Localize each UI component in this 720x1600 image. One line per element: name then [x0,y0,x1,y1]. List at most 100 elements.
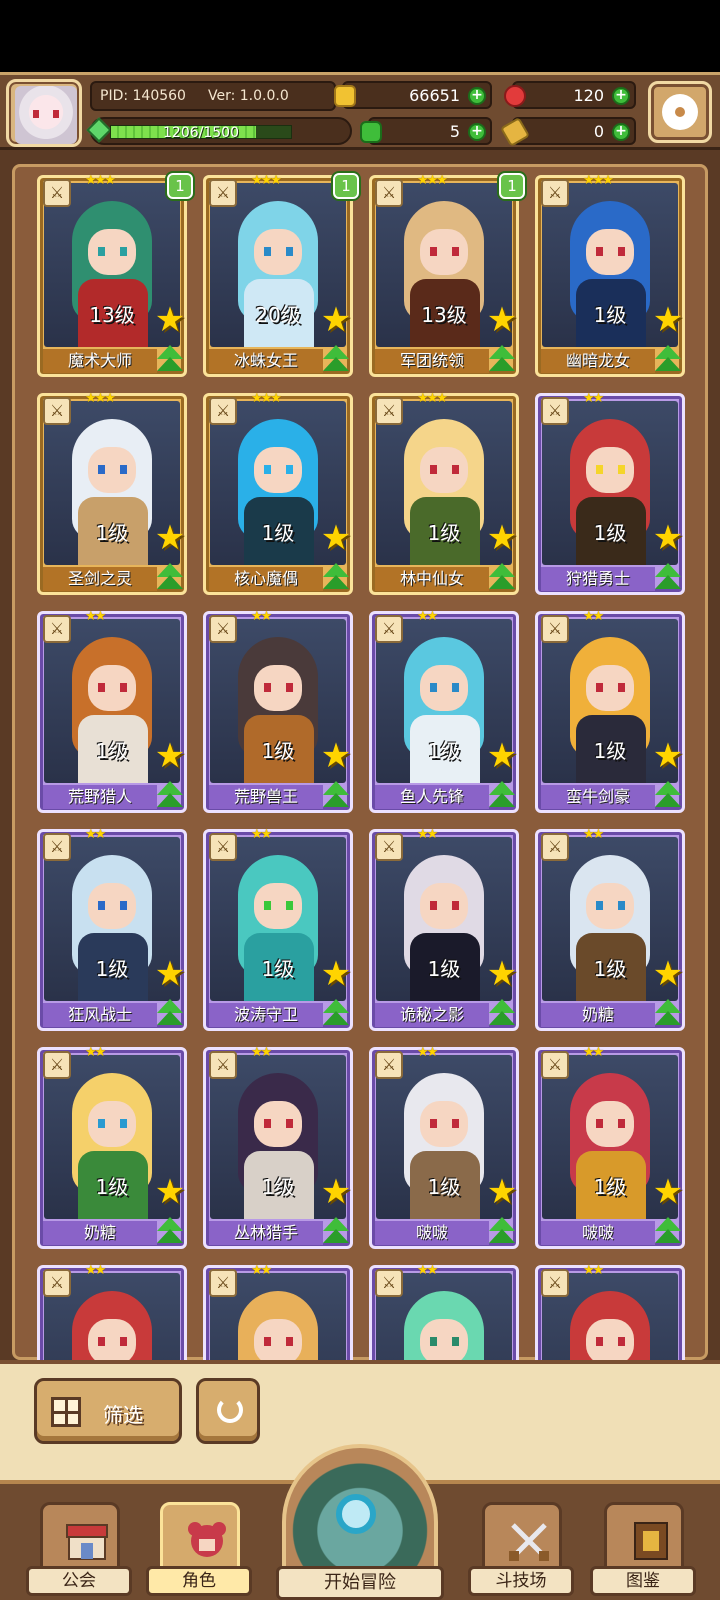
clover-icon [360,121,382,143]
character-card[interactable]: ⚔ ★★ 1级 狂风战士 ★ [37,827,187,1031]
level-up-icon[interactable] [319,343,353,375]
star-up-icon[interactable]: ★ [153,739,187,773]
add-apple-button[interactable]: + [612,87,630,105]
level-up-icon[interactable] [651,779,685,811]
tag-icon [499,116,531,148]
character-name: 军团统领 [375,349,489,373]
weapon-type-icon: ⚔ [375,179,403,207]
character-card[interactable]: ⚔ ★★ 1级 奶糖 ★ [37,1045,187,1249]
star-up-icon[interactable]: ★ [153,1175,187,1209]
star-up-icon[interactable]: ★ [319,521,353,555]
weapon-type-icon: ⚔ [541,833,569,861]
character-card[interactable]: ⚔ ★★★ 1 13级 魔术大师 ★ [37,173,193,377]
exp-gem-icon [86,117,112,143]
star-up-icon[interactable]: ★ [153,521,187,555]
character-name: 奶糖 [541,1003,655,1027]
character-card[interactable]: ⚔ ★★ 1级 啵啵 ★ [369,1045,519,1249]
character-card[interactable]: ⚔ ★★★ 1 13级 军团统领 ★ [369,173,525,377]
nav-adventure-label: 开始冒险 [276,1566,444,1600]
star-up-icon[interactable]: ★ [319,739,353,773]
character-card[interactable]: ⚔ ★★★ 1级 核心魔偶 ★ [203,391,353,595]
star-up-icon[interactable]: ★ [651,1175,685,1209]
add-clover-button[interactable]: + [468,123,486,141]
character-name: 幽暗龙女 [541,349,655,373]
level-up-icon[interactable] [651,1215,685,1247]
star-rating: ★★ [583,1263,604,1278]
character-card[interactable]: ⚔ ★★ 1级 诡秘之影 ★ [369,827,519,1031]
add-gold-button[interactable]: + [468,87,486,105]
character-card[interactable]: ⚔ ★★ 1级 啵啵 ★ [535,1045,685,1249]
level-up-icon[interactable] [485,1215,519,1247]
star-rating: ★★ [417,1263,438,1278]
level-up-icon[interactable] [319,561,353,593]
level-up-icon[interactable] [153,1215,187,1247]
level-up-icon[interactable] [319,779,353,811]
notification-badge: 1 [167,173,193,199]
level-up-icon[interactable] [319,1215,353,1247]
gold-value: 66651 [409,86,460,105]
star-up-icon[interactable]: ★ [485,739,519,773]
character-card[interactable]: ⚔ ★★★ 1级 圣剑之灵 ★ [37,391,187,595]
refresh-button[interactable] [196,1378,260,1444]
star-rating: ★★ [251,1263,272,1278]
star-up-icon[interactable]: ★ [651,521,685,555]
nav-guild[interactable]: 公会 [26,1502,132,1600]
level-up-icon[interactable] [319,997,353,1029]
star-up-icon[interactable]: ★ [319,303,353,337]
weapon-type-icon: ⚔ [541,1269,569,1297]
nav-arena-label: 斗技场 [468,1566,574,1596]
character-name: 圣剑之灵 [43,567,157,591]
star-up-icon[interactable]: ★ [485,957,519,991]
star-up-icon[interactable]: ★ [485,521,519,555]
level-up-icon[interactable] [485,561,519,593]
level-up-icon[interactable] [485,343,519,375]
character-card[interactable]: ⚔ ★★ 1级 丛林猎手 ★ [203,1045,353,1249]
character-card[interactable]: ⚔ ★★★ 1 20级 冰蛛女王 ★ [203,173,359,377]
star-up-icon[interactable]: ★ [651,739,685,773]
weapon-type-icon: ⚔ [375,1269,403,1297]
level-up-icon[interactable] [651,561,685,593]
star-up-icon[interactable]: ★ [319,957,353,991]
star-up-icon[interactable]: ★ [651,957,685,991]
apple-value: 120 [573,86,604,105]
star-up-icon[interactable]: ★ [153,303,187,337]
level-up-icon[interactable] [651,997,685,1029]
character-card[interactable]: ⚔ ★★ 1级 狩猎勇士 ★ [535,391,685,595]
tag-value: 0 [593,122,604,141]
crossed-swords-icon [509,1523,549,1561]
add-tag-button[interactable]: + [612,123,630,141]
player-avatar[interactable] [6,79,82,147]
character-card[interactable]: ⚔ ★★ 1级 荒野猎人 ★ [37,609,187,813]
level-up-icon[interactable] [153,561,187,593]
level-up-icon[interactable] [153,779,187,811]
character-card[interactable]: ⚔ ★★★ 1级 幽暗龙女 ★ [535,173,685,377]
star-up-icon[interactable]: ★ [319,1175,353,1209]
level-up-icon[interactable] [153,343,187,375]
star-up-icon[interactable]: ★ [153,957,187,991]
star-up-icon[interactable]: ★ [485,303,519,337]
nav-arena[interactable]: 斗技场 [468,1502,574,1600]
character-card[interactable]: ⚔ ★★ 1级 波涛守卫 ★ [203,827,353,1031]
weapon-type-icon: ⚔ [209,397,237,425]
level-up-icon[interactable] [651,343,685,375]
level-up-icon[interactable] [485,779,519,811]
level-up-icon[interactable] [485,997,519,1029]
character-name: 狩猎勇士 [541,567,655,591]
character-name: 冰蛛女王 [209,349,323,373]
star-up-icon[interactable]: ★ [485,1175,519,1209]
character-card[interactable]: ⚔ ★★ 1级 荒野兽王 ★ [203,609,353,813]
nav-codex[interactable]: 图鉴 [590,1502,696,1600]
character-card[interactable]: ⚔ ★★ 1级 奶糖 ★ [535,827,685,1031]
nav-character[interactable]: 角色 [146,1502,252,1600]
star-rating: ★★ [417,609,438,624]
level-up-icon[interactable] [153,997,187,1029]
character-card[interactable]: ⚔ ★★★ 1级 林中仙女 ★ [369,391,519,595]
star-up-icon[interactable]: ★ [651,303,685,337]
nav-guild-label: 公会 [26,1566,132,1596]
settings-button[interactable] [648,81,712,143]
character-card[interactable]: ⚔ ★★ 1级 蛮牛剑豪 ★ [535,609,685,813]
character-card[interactable]: ⚔ ★★ 1级 鱼人先锋 ★ [369,609,519,813]
nav-start-adventure[interactable]: 开始冒险 [276,1444,444,1600]
weapon-type-icon: ⚔ [43,179,71,207]
filter-button[interactable]: 筛选 [34,1378,182,1444]
